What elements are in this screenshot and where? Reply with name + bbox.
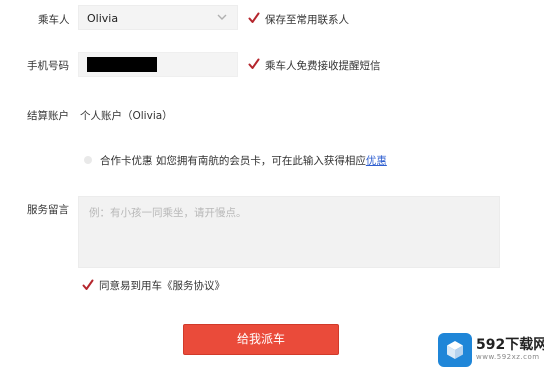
agreement-label[interactable]: 同意易到用车《服务协议》 (99, 278, 225, 293)
save-contact-checkbox[interactable] (248, 12, 260, 24)
agreement-checkbox[interactable] (82, 279, 94, 291)
sms-checkbox[interactable] (248, 58, 260, 70)
dispatch-car-button[interactable]: 给我派车 (183, 324, 339, 355)
passenger-label: 乘车人 (38, 14, 70, 26)
account-value: 个人账户（Olivia） (80, 110, 173, 122)
cube-icon (438, 333, 472, 367)
passenger-select[interactable]: Olivia (78, 5, 238, 30)
passenger-select-value: Olivia (87, 12, 119, 25)
phone-redaction (87, 57, 157, 72)
watermark-brand: 592下载网 (476, 337, 544, 353)
watermark-url: www.592xz.com (476, 353, 540, 361)
phone-input[interactable] (78, 52, 238, 77)
message-textarea[interactable]: 例：有小孩一同乘坐，请开慢点。 (78, 196, 500, 268)
watermark-logo: 592下载网 www.592xz.com (438, 333, 544, 367)
coop-link[interactable]: 优惠 (366, 155, 387, 167)
sms-label: 乘车人免费接收提醒短信 (265, 60, 381, 72)
chevron-down-icon[interactable] (207, 6, 237, 29)
phone-label: 手机号码 (27, 60, 69, 72)
coop-text: 合作卡优惠 如您拥有南航的会员卡，可在此输入获得相应优惠 (100, 153, 387, 168)
save-contact-label: 保存至常用联系人 (265, 14, 349, 26)
account-label: 结算账户 (27, 110, 69, 122)
message-placeholder: 例：有小孩一同乘坐，请开慢点。 (89, 207, 247, 219)
coop-description: 合作卡优惠 如您拥有南航的会员卡，可在此输入获得相应 (100, 155, 366, 167)
coop-radio[interactable] (84, 156, 92, 164)
message-label: 服务留言 (27, 204, 69, 216)
